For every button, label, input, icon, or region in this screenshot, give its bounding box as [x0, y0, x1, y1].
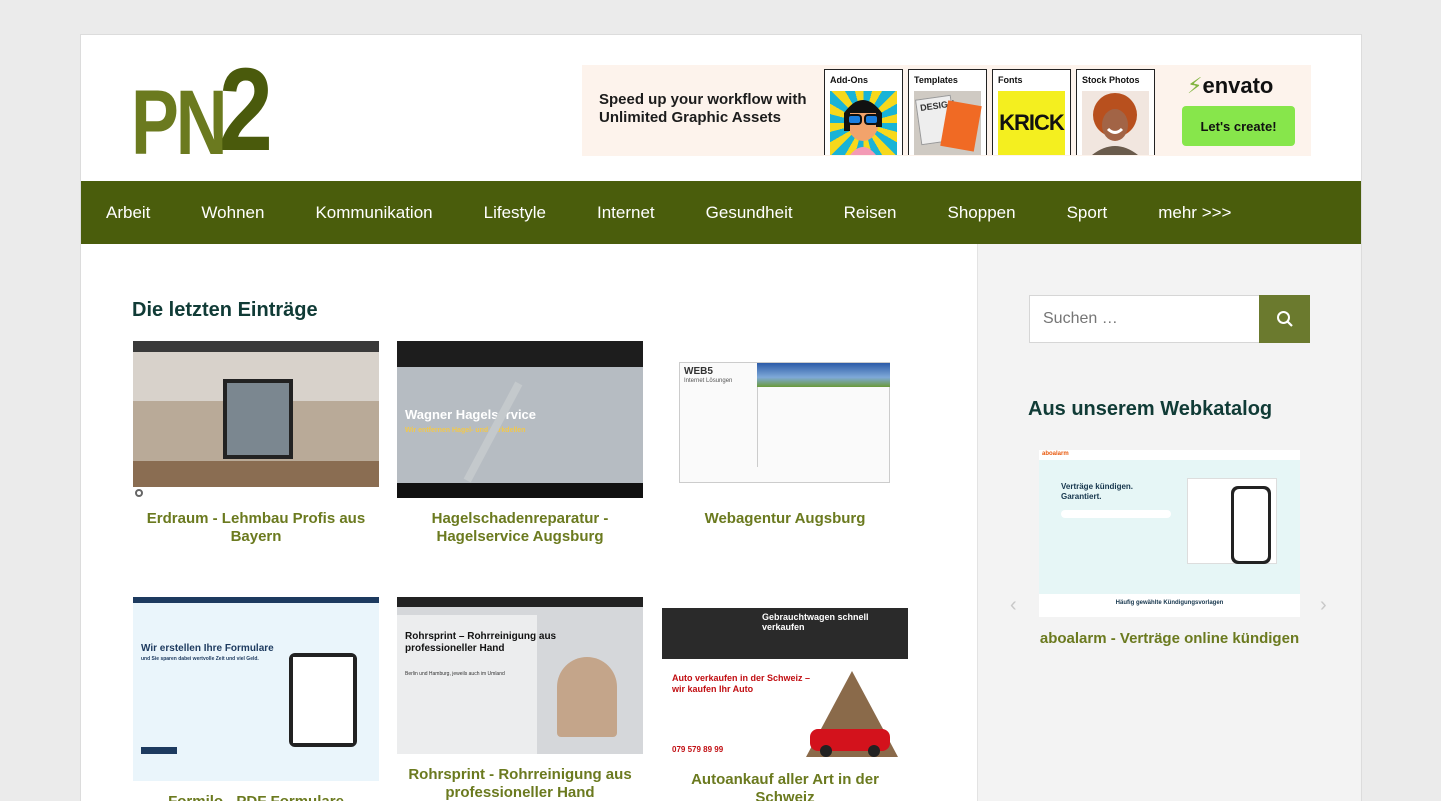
sidebar-title: Aus unserem Webkatalog: [1028, 398, 1273, 420]
banner-card-label: Fonts: [998, 75, 1023, 85]
thumb-headline: Wagner Hagelservice: [405, 407, 537, 422]
entry-title[interactable]: Webagentur Augsburg: [662, 510, 908, 528]
tablet-image: [289, 653, 357, 747]
ad-banner[interactable]: Speed up your workflow with Unlimited Gr…: [582, 65, 1311, 156]
thumb-subline: und Sie sparen dabei wertvolle Zeit und …: [141, 656, 259, 662]
banner-card-photos: Stock Photos: [1076, 69, 1155, 155]
thumb-headline: Rohrsprint – Rohrreinigung aus professio…: [405, 631, 557, 654]
gear-icon: [135, 489, 143, 497]
banner-card-label: Stock Photos: [1082, 75, 1140, 85]
featured-caption[interactable]: aboalarm - Verträge online kündigen: [1028, 630, 1311, 647]
addons-image: [830, 91, 897, 155]
search-button[interactable]: [1259, 295, 1310, 343]
entry-title[interactable]: Hagelschadenreparatur - Hagelservice Aug…: [397, 510, 643, 546]
thumb-topbar: [133, 597, 379, 603]
main-content: Die letzten Einträge Erdraum - Lehmbau P…: [81, 244, 977, 801]
banner-card-label: Templates: [914, 75, 958, 85]
thumb-sky-image: [757, 363, 890, 387]
thumb-cta: [141, 747, 177, 754]
entry-card[interactable]: Wagner Hagelservice Wir entfernen Hagel-…: [397, 341, 643, 546]
entry-title[interactable]: Autoankauf aller Art in der Schweiz: [662, 771, 908, 801]
envato-leaf-icon: ⚡: [1187, 73, 1203, 98]
entry-thumbnail[interactable]: Wir erstellen Ihre Formulare und Sie spa…: [133, 597, 379, 781]
thumb-site-frame: WEB5 Internet Lösungen: [679, 362, 890, 483]
nav-item-mehr[interactable]: mehr >>>: [1158, 203, 1231, 223]
page-container: PN 2 Speed up your workflow with Unlimit…: [80, 34, 1362, 801]
thumb-hero-text: Gebrauchtwagen schnell verkaufen: [762, 612, 869, 632]
fonts-image: KRICK: [998, 91, 1065, 155]
thumb-headline: Wir erstellen Ihre Formulare: [141, 643, 274, 654]
banner-card-fonts: Fonts KRICK: [992, 69, 1071, 155]
entry-thumbnail[interactable]: Rohrsprint – Rohrreinigung aus professio…: [397, 597, 643, 754]
thumb-subline: Berlin und Hamburg, jeweils auch im Umla…: [405, 671, 505, 677]
thumb-headline: Auto verkaufen in der Schweiz – wir kauf…: [672, 673, 811, 694]
banner-card-label: Add-Ons: [830, 75, 868, 85]
entry-card[interactable]: Erdraum - Lehmbau Profis aus Bayern: [133, 341, 379, 546]
entry-title[interactable]: Formilo - PDF Formulare: [133, 793, 379, 801]
car-image: [806, 671, 898, 757]
thumb-logo: WEB5: [684, 366, 713, 377]
tablet-screen: [293, 657, 353, 743]
entry-thumbnail[interactable]: [133, 341, 379, 498]
banner-cta-button[interactable]: Let's create!: [1182, 106, 1295, 146]
logo-two: 2: [218, 44, 273, 176]
featured-headline: Verträge kündigen. Garantiert.: [1061, 482, 1134, 501]
carousel-prev-icon[interactable]: ‹: [1010, 594, 1017, 617]
templates-image: DESIGN: [914, 91, 982, 155]
banner-card-addons: Add-Ons: [824, 69, 903, 155]
featured-phone-screen: [1234, 489, 1268, 561]
entry-card[interactable]: Gebrauchtwagen schnell verkaufen Auto ve…: [662, 597, 908, 801]
banner-headline: Speed up your workflow with Unlimited Gr…: [599, 91, 807, 126]
search-icon: [1276, 311, 1293, 327]
featured-phone: [1231, 486, 1271, 564]
thumb-phone: 079 579 89 99: [672, 745, 724, 754]
search-input[interactable]: [1029, 295, 1260, 343]
nav-item-lifestyle[interactable]: Lifestyle: [484, 203, 546, 223]
site-logo[interactable]: PN 2: [131, 51, 284, 174]
face-illustration: [844, 100, 882, 155]
nav-item-gesundheit[interactable]: Gesundheit: [706, 203, 793, 223]
template-orange: [940, 100, 982, 152]
main-nav: Arbeit Wohnen Kommunikation Lifestyle In…: [81, 181, 1361, 244]
section-title: Die letzten Einträge: [132, 299, 318, 321]
nav-item-arbeit[interactable]: Arbeit: [106, 203, 150, 223]
featured-input: [1061, 510, 1171, 518]
entry-title[interactable]: Erdraum - Lehmbau Profis aus Bayern: [133, 510, 379, 546]
thumb-divider: [757, 387, 758, 467]
featured-footer: Häufig gewählte Kündigungsvorlagen: [1039, 594, 1300, 617]
featured-brand: aboalarm: [1042, 451, 1069, 457]
sidebar: Aus unserem Webkatalog aboalarm Verträge…: [977, 244, 1361, 801]
nav-item-sport[interactable]: Sport: [1067, 203, 1108, 223]
site-header: PN 2 Speed up your workflow with Unlimit…: [81, 35, 1361, 181]
carousel-next-icon[interactable]: ›: [1320, 594, 1327, 617]
banner-card-templates: Templates DESIGN: [908, 69, 987, 155]
thumb-subline: Wir entfernen Hagel- und Parkdellen: [405, 427, 526, 434]
envato-brand: envato: [1202, 73, 1274, 98]
nav-item-kommunikation[interactable]: Kommunikation: [315, 203, 432, 223]
entry-card[interactable]: WEB5 Internet Lösungen Webagentur Augsbu…: [662, 341, 908, 528]
featured-thumbnail[interactable]: aboalarm Verträge kündigen. Garantiert. …: [1039, 450, 1300, 617]
worker-image: [557, 657, 617, 737]
nav-item-internet[interactable]: Internet: [597, 203, 655, 223]
nav-item-reisen[interactable]: Reisen: [844, 203, 897, 223]
entry-card[interactable]: Rohrsprint – Rohrreinigung aus professio…: [397, 597, 643, 801]
envato-logo: ⚡envato: [1187, 73, 1273, 99]
entry-card[interactable]: Wir erstellen Ihre Formulare und Sie spa…: [133, 597, 379, 801]
nav-item-wohnen[interactable]: Wohnen: [201, 203, 264, 223]
photos-image: [1082, 91, 1149, 155]
featured-topbar: [1039, 450, 1300, 460]
entry-thumbnail[interactable]: Gebrauchtwagen schnell verkaufen Auto ve…: [662, 597, 908, 759]
entry-thumbnail[interactable]: Wagner Hagelservice Wir entfernen Hagel-…: [397, 341, 643, 498]
entry-title[interactable]: Rohrsprint - Rohrreinigung aus professio…: [397, 766, 643, 801]
window-image: [223, 379, 293, 459]
person-photo: [1092, 93, 1138, 155]
logo-pn: PN: [131, 72, 228, 174]
font-sample: KRICK: [999, 110, 1065, 135]
entry-thumbnail[interactable]: WEB5 Internet Lösungen: [662, 341, 908, 498]
nav-item-shoppen[interactable]: Shoppen: [948, 203, 1016, 223]
thumb-logo-sub: Internet Lösungen: [684, 378, 733, 384]
